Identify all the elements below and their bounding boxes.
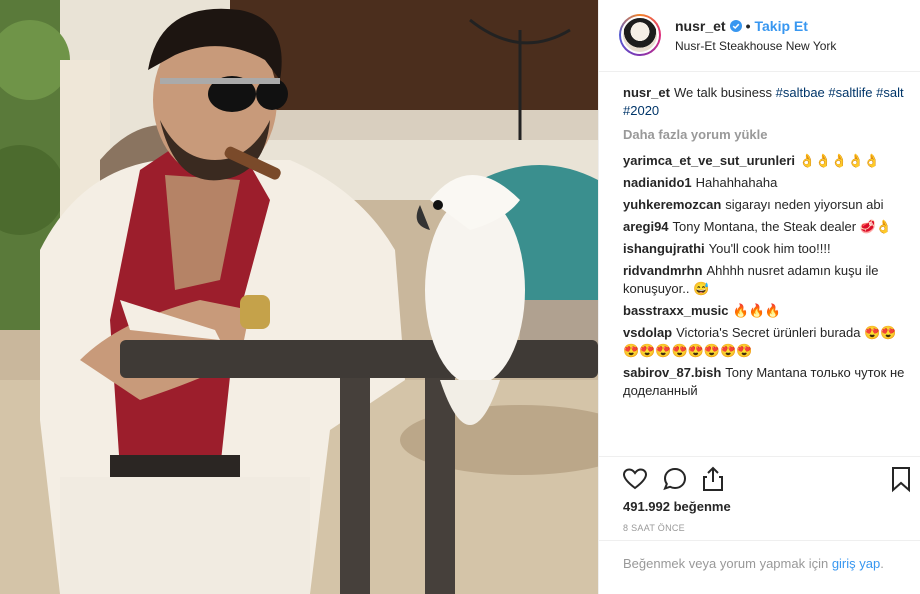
comment-username[interactable]: nadianido1 bbox=[623, 175, 692, 190]
caption-username[interactable]: nusr_et bbox=[623, 85, 670, 100]
comment-username[interactable]: yuhkeremozcan bbox=[623, 197, 721, 212]
comment-username[interactable]: sabirov_87.bish bbox=[623, 365, 721, 380]
post-image bbox=[0, 0, 598, 594]
post-timestamp[interactable]: 8 SAAT ÖNCE bbox=[623, 523, 685, 533]
username-link[interactable]: nusr_et bbox=[675, 18, 726, 34]
post-side-panel: nusr_et • Takip Et Nusr-Et Steakhouse Ne… bbox=[598, 0, 920, 594]
login-prompt-text: Beğenmek veya yorum yapmak için bbox=[623, 556, 832, 571]
avatar[interactable] bbox=[619, 14, 661, 56]
location-link[interactable]: Nusr-Et Steakhouse New York bbox=[675, 39, 836, 53]
login-footer: Beğenmek veya yorum yapmak için giriş ya… bbox=[599, 540, 920, 594]
comment-username[interactable]: ishangujrathi bbox=[623, 241, 705, 256]
comment-item: ishangujrathi You'll cook him too!!!! bbox=[623, 240, 909, 258]
avatar-image bbox=[621, 16, 659, 54]
login-prompt-end: . bbox=[880, 556, 884, 571]
post-photo[interactable] bbox=[0, 0, 598, 594]
comment-username[interactable]: aregi94 bbox=[623, 219, 669, 234]
load-more-comments-button[interactable]: Daha fazla yorum yükle bbox=[623, 126, 909, 144]
hashtag-link[interactable]: #saltlife bbox=[828, 85, 872, 100]
hashtag-link[interactable]: #salt bbox=[876, 85, 903, 100]
comment-username[interactable]: vsdolap bbox=[623, 325, 672, 340]
comment-item: nadianido1 Hahahhahaha bbox=[623, 174, 909, 192]
caption-text: We talk business bbox=[673, 85, 772, 100]
comment-item: aregi94 Tony Montana, the Steak dealer 🥩👌 bbox=[623, 218, 909, 236]
post-header: nusr_et • Takip Et Nusr-Et Steakhouse Ne… bbox=[599, 0, 920, 72]
comment-item: basstraxx_music 🔥🔥🔥 bbox=[623, 302, 909, 320]
separator-dot: • bbox=[745, 18, 751, 34]
comment-text: sigarayı neden yiyorsun abi bbox=[725, 197, 884, 212]
username-row: nusr_et • Takip Et bbox=[675, 18, 808, 34]
comment-item: sabirov_87.bish Tony Mantana только чуток… bbox=[623, 364, 909, 400]
login-link[interactable]: giriş yap bbox=[832, 556, 880, 571]
likes-count[interactable]: 491.992 beğenme bbox=[623, 499, 731, 514]
comment-text: 👌👌👌👌👌 bbox=[798, 153, 880, 168]
caption: nusr_et We talk business #saltbae #saltli… bbox=[623, 84, 909, 120]
comment-text: Tony Montana, the Steak dealer 🥩👌 bbox=[672, 219, 893, 234]
bookmark-icon[interactable] bbox=[887, 465, 915, 493]
comment-text: 🔥🔥🔥 bbox=[732, 303, 782, 318]
verified-badge-icon bbox=[729, 20, 742, 32]
hashtag-link[interactable]: #2020 bbox=[623, 103, 659, 118]
comment-username[interactable]: yarimca_et_ve_sut_urunleri bbox=[623, 153, 795, 168]
comment-item: ridvandmrhn Ahhhh nusret adamın kuşu ile … bbox=[623, 262, 909, 298]
action-bar: 491.992 beğenme 8 SAAT ÖNCE bbox=[599, 456, 920, 540]
comment-text: Hahahhahaha bbox=[695, 175, 778, 190]
share-icon[interactable] bbox=[699, 465, 727, 493]
comment-icon[interactable] bbox=[661, 465, 689, 493]
comment-item: yuhkeremozcan sigarayı neden yiyorsun abi bbox=[623, 196, 909, 214]
heart-icon[interactable] bbox=[621, 465, 649, 493]
comment-text: You'll cook him too!!!! bbox=[708, 241, 831, 256]
comment-item: yarimca_et_ve_sut_urunleri 👌👌👌👌👌 bbox=[623, 152, 909, 170]
comments-list[interactable]: nusr_et We talk business #saltbae #saltli… bbox=[623, 84, 909, 456]
comment-username[interactable]: ridvandmrhn bbox=[623, 263, 702, 278]
login-prompt: Beğenmek veya yorum yapmak için giriş ya… bbox=[623, 555, 903, 573]
follow-button[interactable]: Takip Et bbox=[754, 18, 807, 34]
comment-item: vsdolap Victoria's Secret ürünleri burada… bbox=[623, 324, 909, 360]
comment-username[interactable]: basstraxx_music bbox=[623, 303, 729, 318]
hashtag-link[interactable]: #saltbae bbox=[776, 85, 825, 100]
